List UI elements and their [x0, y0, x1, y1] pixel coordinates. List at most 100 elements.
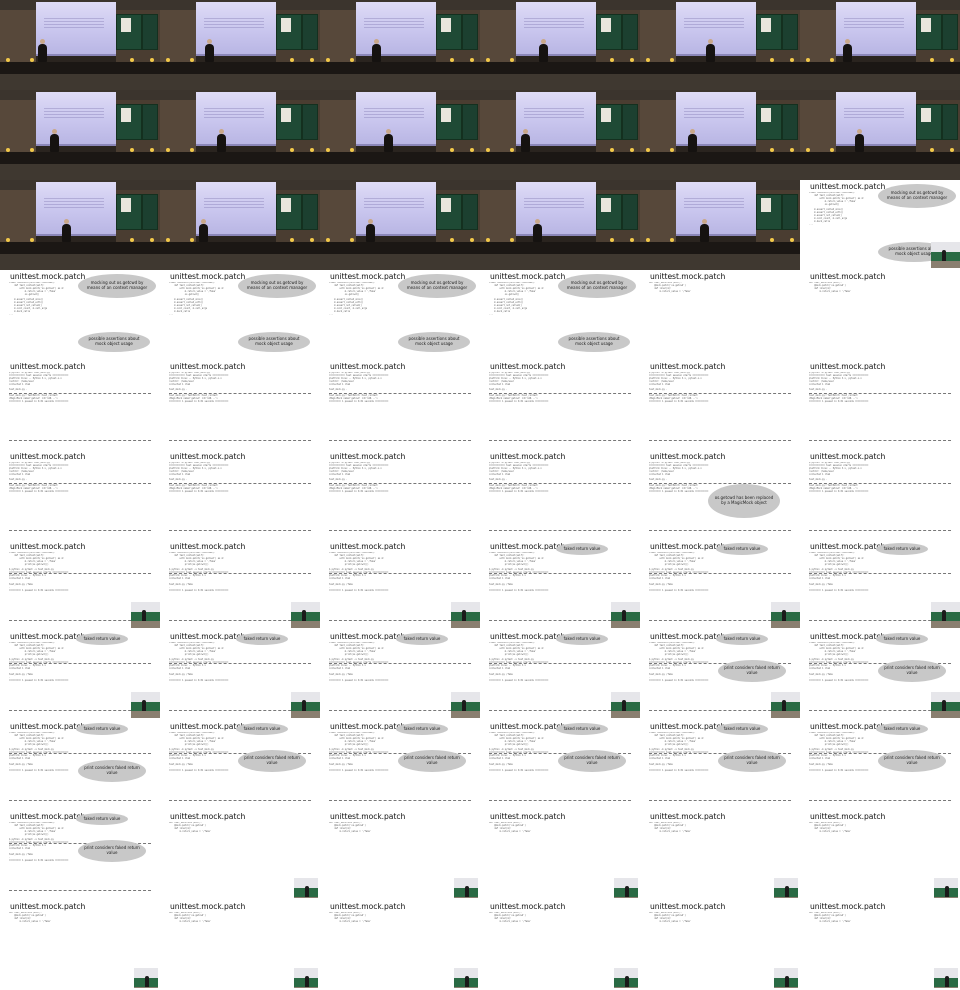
- slide-frame: unittest.mock.patch $ python -m pytest te…: [640, 450, 800, 540]
- chalkboard: [302, 104, 318, 140]
- output-separator: [649, 710, 791, 711]
- callout-text: faked return value: [243, 635, 281, 641]
- desk-lamp: [770, 148, 774, 152]
- speaker: [50, 129, 59, 152]
- slide-title: unittest.mock.patch: [10, 812, 86, 821]
- slide-title: unittest.mock.patch: [170, 272, 246, 281]
- slide-title: unittest.mock.patch: [810, 632, 886, 641]
- wall-poster: [761, 108, 771, 122]
- speaker-video-thumbnail: [771, 602, 800, 628]
- callout-bubble: faked return value: [76, 813, 128, 825]
- callout-bubble: print considers faked return value: [558, 750, 626, 772]
- thumbnail-speaker: [305, 886, 309, 897]
- output-separator: [169, 800, 311, 801]
- desk-lamp: [130, 148, 134, 152]
- floor: [320, 254, 480, 270]
- floor: [320, 164, 480, 180]
- slide-frame: unittest.mock.patch class TestPatch(unitt…: [640, 540, 800, 630]
- slide-frame: unittest.mock.patch $ python -m pytest te…: [0, 450, 160, 540]
- callout-text: faked return value: [83, 725, 121, 731]
- floor: [0, 254, 160, 270]
- slide-title: unittest.mock.patch: [330, 632, 406, 641]
- output-separator: [9, 663, 151, 664]
- slide-title: unittest.mock.patch: [330, 902, 406, 911]
- wall-poster: [121, 198, 131, 212]
- callout-bubble: faked return value: [236, 633, 288, 645]
- speaker: [372, 39, 381, 62]
- floor: [640, 74, 800, 90]
- output-separator: [9, 573, 151, 574]
- thumbnail-floor: [454, 987, 478, 988]
- callout-text: print considers faked return value: [724, 665, 780, 675]
- floor: [480, 254, 640, 270]
- callout-text: print considers faked return value: [884, 665, 940, 675]
- output-separator: [169, 573, 311, 574]
- slide-frame: unittest.mock.patch $ python -m pytest te…: [0, 360, 160, 450]
- lecture-photo-frame: [320, 180, 480, 270]
- thumbnail-speaker: [462, 610, 466, 621]
- lecture-photo-frame: [640, 0, 800, 90]
- slide-frame: unittest.mock.patch def test_decorator(se…: [800, 900, 960, 990]
- callout-bubble: print considers faked return value: [78, 840, 146, 862]
- slide-frame: unittest.mock.patch class TestPatch(unitt…: [0, 720, 160, 810]
- callout-text: faked return value: [563, 635, 601, 641]
- output-separator: [169, 483, 311, 484]
- floor: [160, 74, 320, 90]
- projected-text: [204, 18, 264, 28]
- desk-lamp: [30, 238, 34, 242]
- thumbnail-speaker: [625, 886, 629, 897]
- projected-text: [844, 108, 904, 118]
- speaker: [217, 129, 226, 152]
- thumbnail-speaker: [782, 610, 786, 621]
- output-separator: [489, 663, 631, 664]
- code-listing: def test_decorator(self): @mock.patch('o…: [649, 912, 692, 923]
- desk-lamp: [326, 148, 330, 152]
- thumbnail-speaker: [302, 610, 306, 621]
- lecture-photo-frame: [480, 90, 640, 180]
- desk-lamp: [930, 148, 934, 152]
- projected-text: [364, 198, 424, 208]
- lecture-desk: [480, 62, 640, 74]
- callout-bubble: mocking out os.getcwd by means of an con…: [238, 274, 316, 298]
- callout-text: faked return value: [563, 545, 601, 551]
- chalkboard: [142, 194, 158, 230]
- slide-title: unittest.mock.patch: [10, 902, 86, 911]
- projected-text: [204, 108, 264, 118]
- callout-bubble: faked return value: [556, 723, 608, 735]
- callout-text: mocking out os.getcwd by means of an con…: [406, 280, 468, 290]
- desk-lamp: [326, 238, 330, 242]
- callout-text: faked return value: [723, 725, 761, 731]
- output-separator: [649, 530, 791, 531]
- thumbnail-speaker: [945, 976, 949, 987]
- slide-frame: unittest.mock.patch class TestPatch(unitt…: [640, 720, 800, 810]
- code-listing: def test_decorator(self): @mock.patch('o…: [329, 912, 372, 923]
- output-separator: [489, 440, 631, 441]
- lecture-photo-frame: [640, 180, 800, 270]
- callout-bubble: os.getcwd has been replaced by a MagicMo…: [708, 484, 780, 518]
- speaker-video-thumbnail: [614, 878, 638, 898]
- output-separator: [649, 573, 791, 574]
- output-separator: [489, 393, 631, 394]
- desk-lamp: [610, 238, 614, 242]
- desk-lamp: [630, 238, 634, 242]
- speaker-video-thumbnail: [934, 878, 958, 898]
- thumbnail-floor: [611, 621, 640, 628]
- lecture-photo-frame: [0, 180, 160, 270]
- desk-lamp: [190, 58, 194, 62]
- slide-frame: unittest.mock.patch $ python -m pytest te…: [320, 450, 480, 540]
- slide-frame: unittest.mock.patch class TestPatch(unitt…: [0, 270, 160, 360]
- output-separator: [169, 710, 311, 711]
- output-separator: [329, 710, 471, 711]
- slide-title: unittest.mock.patch: [490, 632, 566, 641]
- projected-text: [44, 198, 104, 208]
- projection-screen: [356, 2, 436, 56]
- speaker: [62, 219, 71, 242]
- slide-title: unittest.mock.patch: [810, 272, 886, 281]
- callout-bubble: print considers faked return value: [718, 750, 786, 772]
- speaker-video-thumbnail: [774, 878, 798, 898]
- slide-title: unittest.mock.patch: [10, 362, 86, 371]
- output-separator: [329, 530, 471, 531]
- thumbnail-speaker: [462, 700, 466, 711]
- thumbnail-speaker: [945, 886, 949, 897]
- desk-lamp: [950, 148, 954, 152]
